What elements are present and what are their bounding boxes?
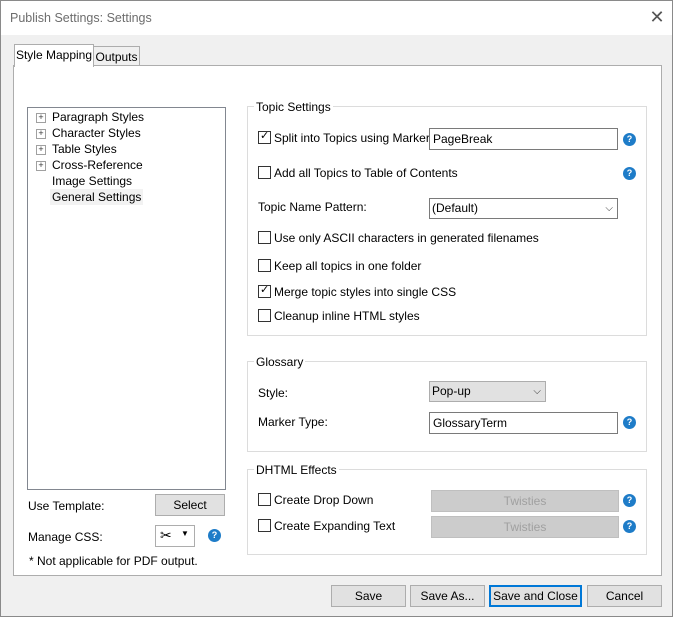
tree-item-general-settings[interactable]: General Settings (36, 189, 216, 205)
cancel-button[interactable]: Cancel (587, 585, 662, 607)
cleanup-checkbox[interactable] (258, 309, 271, 322)
cleanup-label: Cleanup inline HTML styles (274, 309, 420, 323)
tree-item-character-styles[interactable]: + Character Styles (36, 125, 216, 141)
use-template-label: Use Template: (28, 499, 105, 513)
tree-item-cross-reference[interactable]: + Cross-Reference (36, 157, 216, 173)
glossary-title: Glossary (254, 355, 306, 369)
save-as-button[interactable]: Save As... (410, 585, 485, 607)
title-bar: Publish Settings: Settings ✕ (1, 1, 672, 35)
expand-icon[interactable]: + (36, 129, 46, 139)
pdf-footnote: * Not applicable for PDF output. (29, 554, 198, 568)
expanding-text-label: Create Expanding Text (274, 519, 396, 533)
split-topics-label: Split into Topics using Marker: (274, 131, 434, 145)
drop-down-twisties-button[interactable]: Twisties (431, 490, 619, 512)
tree-item-paragraph-styles[interactable]: + Paragraph Styles (36, 109, 216, 125)
tree-item-label: Character Styles (52, 126, 141, 140)
drop-down-checkbox[interactable] (258, 493, 271, 506)
close-icon[interactable]: ✕ (647, 7, 667, 27)
glossary-style-value: Pop-up (432, 384, 471, 398)
tree-item-table-styles[interactable]: + Table Styles (36, 141, 216, 157)
help-icon[interactable]: ? (208, 529, 221, 542)
glossary-group (247, 361, 647, 452)
expand-icon[interactable]: + (36, 145, 46, 155)
one-folder-checkbox[interactable] (258, 259, 271, 272)
add-toc-checkbox[interactable] (258, 166, 271, 179)
help-icon[interactable]: ? (623, 167, 636, 180)
window-title: Publish Settings: Settings (10, 11, 152, 25)
checkmark-icon: ✓ (260, 284, 270, 296)
expand-icon[interactable]: + (36, 113, 46, 123)
topic-name-pattern-label: Topic Name Pattern: (258, 200, 367, 214)
help-icon[interactable]: ? (623, 416, 636, 429)
chevron-down-icon: ⌵ (533, 386, 541, 397)
dhtml-effects-group (247, 469, 647, 555)
help-icon[interactable]: ? (623, 520, 636, 533)
add-toc-label: Add all Topics to Table of Contents (274, 166, 458, 180)
tab-style-mapping[interactable]: Style Mapping (14, 44, 94, 67)
split-topics-checkbox[interactable]: ✓ (258, 130, 271, 144)
manage-css-dropdown[interactable]: ✂ ▼ (155, 525, 195, 547)
checkmark-icon: ✓ (260, 130, 270, 142)
marker-input[interactable]: PageBreak (429, 128, 618, 150)
save-button[interactable]: Save (331, 585, 406, 607)
tree-item-label: Table Styles (52, 142, 117, 156)
glossary-style-label: Style: (258, 386, 289, 400)
help-icon[interactable]: ? (623, 494, 636, 507)
select-template-button[interactable]: Select (155, 494, 225, 516)
merge-styles-label: Merge topic styles into single CSS (274, 285, 457, 299)
dropdown-arrow-icon: ▼ (181, 529, 189, 538)
marker-type-label: Marker Type: (258, 415, 328, 429)
expanding-twisties-button[interactable]: Twisties (431, 516, 619, 538)
scissors-icon: ✂ (160, 527, 172, 543)
help-icon[interactable]: ? (623, 133, 636, 146)
glossary-style-select[interactable]: Pop-up ⌵ (429, 381, 546, 402)
ascii-checkbox[interactable] (258, 231, 271, 244)
dhtml-effects-title: DHTML Effects (254, 463, 339, 477)
style-tree[interactable]: + Paragraph Styles + Character Styles + … (27, 107, 226, 490)
topic-name-pattern-value: (Default) (432, 201, 479, 215)
tree-item-label: Paragraph Styles (52, 110, 145, 124)
topic-name-pattern-select[interactable]: (Default) ⌵ (429, 198, 618, 219)
tree-item-label: Cross-Reference (52, 158, 143, 172)
tree-item-label: Image Settings (52, 174, 133, 188)
expand-icon[interactable]: + (36, 161, 46, 171)
drop-down-label: Create Drop Down (274, 493, 374, 507)
manage-css-label: Manage CSS: (28, 530, 103, 544)
chevron-down-icon: ⌵ (605, 203, 613, 214)
tree-item-image-settings[interactable]: Image Settings (36, 173, 216, 189)
marker-type-input[interactable]: GlossaryTerm (429, 412, 618, 434)
one-folder-label: Keep all topics in one folder (274, 259, 422, 273)
topic-settings-title: Topic Settings (254, 100, 333, 114)
merge-styles-checkbox[interactable]: ✓ (258, 284, 271, 298)
tree-item-label: General Settings (50, 189, 144, 205)
save-and-close-button[interactable]: Save and Close (489, 585, 582, 607)
tab-outputs[interactable]: Outputs (93, 46, 140, 67)
ascii-label: Use only ASCII characters in generated f… (274, 231, 539, 245)
expanding-text-checkbox[interactable] (258, 519, 271, 532)
